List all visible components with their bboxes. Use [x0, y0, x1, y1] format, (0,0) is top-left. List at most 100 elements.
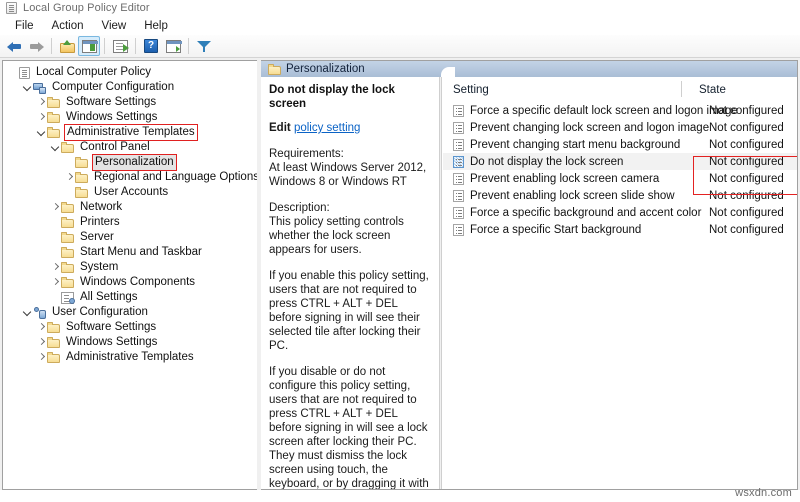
tree-node[interactable]: Local Computer Policy — [3, 65, 257, 80]
tree-node-label: All Settings — [80, 291, 138, 303]
tree-node[interactable]: Administrative Templates — [3, 124, 257, 141]
folder-icon — [47, 112, 60, 123]
tree-node[interactable]: Network — [3, 200, 257, 215]
tree-node[interactable]: User Accounts — [3, 185, 257, 200]
menu-file[interactable]: File — [6, 18, 43, 34]
settings-row[interactable]: Prevent changing lock screen and logon i… — [443, 119, 797, 136]
help-button[interactable]: ? — [140, 36, 162, 56]
settings-row[interactable]: Force a specific Start background Not con… — [443, 221, 797, 238]
toolbar: ? — [0, 35, 800, 58]
up-one-level-button[interactable] — [56, 36, 78, 56]
results-tab[interactable]: Personalization — [261, 61, 365, 77]
tree-node[interactable]: Printers — [3, 215, 257, 230]
tree-node[interactable]: Windows Components — [3, 275, 257, 290]
tree-node-label: System — [80, 261, 119, 273]
window-bottom-fill — [0, 490, 800, 502]
column-header-setting[interactable]: Setting — [453, 84, 489, 96]
tree-node[interactable]: Start Menu and Taskbar — [3, 245, 257, 260]
chevron-right-icon[interactable] — [35, 95, 47, 110]
chevron-right-icon[interactable] — [49, 260, 61, 275]
tree-node[interactable]: Software Settings — [3, 320, 257, 335]
detail-list-splitter[interactable] — [439, 77, 442, 489]
menu-help[interactable]: Help — [135, 18, 177, 34]
tree-node[interactable]: Personalization — [3, 154, 257, 171]
policy-setting-icon — [453, 206, 464, 219]
window-title: Local Group Policy Editor — [23, 2, 150, 14]
tree-node-label: Printers — [80, 216, 120, 228]
tree-node-label: Control Panel — [80, 141, 150, 153]
tree-node-label: Administrative Templates — [66, 351, 194, 363]
export-list-button[interactable] — [109, 36, 131, 56]
group-policy-editor-window: Local Group Policy Editor File Action Vi… — [0, 0, 800, 502]
tree-node[interactable]: All Settings — [3, 290, 257, 305]
show-hide-console-tree-button[interactable] — [78, 36, 100, 56]
chevron-down-icon[interactable] — [21, 305, 33, 320]
requirements-section: Requirements: At least Windows Server 20… — [269, 147, 431, 189]
settings-row[interactable]: Force a specific default lock screen and… — [443, 102, 797, 119]
folder-icon — [61, 262, 74, 273]
chevron-right-icon[interactable] — [63, 170, 75, 185]
tree-node[interactable]: Control Panel — [3, 140, 257, 155]
tree-node[interactable]: Administrative Templates — [3, 350, 257, 365]
chevron-right-icon[interactable] — [49, 275, 61, 290]
tree-node-label: User Accounts — [94, 186, 169, 198]
chevron-right-icon[interactable] — [35, 110, 47, 125]
console-tree-pane[interactable]: Local Computer Policy Computer Configurat… — [2, 60, 257, 490]
tree-node[interactable]: Windows Settings — [3, 335, 257, 350]
chevron-right-icon[interactable] — [35, 335, 47, 350]
tree-node-label: Regional and Language Options — [94, 171, 257, 183]
action-pane-icon — [165, 39, 182, 53]
watermark: wsxdn.com — [735, 487, 792, 499]
chevron-down-icon[interactable] — [35, 125, 47, 140]
chevron-down-icon[interactable] — [21, 80, 33, 95]
description-intro: This policy setting controls whether the… — [269, 216, 404, 256]
chevron-right-icon[interactable] — [49, 200, 61, 215]
column-header-state[interactable]: State — [699, 84, 726, 96]
settings-row-state: Not configured — [709, 189, 784, 202]
tree-node[interactable]: Software Settings — [3, 95, 257, 110]
all-settings-icon — [61, 291, 75, 304]
tree-node-label: Local Computer Policy — [36, 66, 152, 78]
settings-row[interactable]: Prevent enabling lock screen camera Not c… — [443, 170, 797, 187]
chevron-down-icon[interactable] — [49, 140, 61, 155]
tree-node[interactable]: System — [3, 260, 257, 275]
back-button[interactable] — [3, 36, 25, 56]
menu-bar: File Action View Help — [0, 16, 800, 35]
tree-node[interactable]: Regional and Language Options — [3, 170, 257, 185]
policy-detail-pane: Do not display the lock screen Edit poli… — [261, 77, 439, 489]
show-hide-action-pane-button[interactable] — [162, 36, 184, 56]
menu-action[interactable]: Action — [43, 18, 93, 34]
settings-row[interactable]: Prevent changing start menu background No… — [443, 136, 797, 153]
folder-icon — [61, 232, 74, 243]
description-enable: If you enable this policy setting, users… — [269, 270, 429, 352]
back-arrow-icon — [6, 41, 22, 52]
folder-icon — [61, 217, 74, 228]
tree-node[interactable]: Windows Settings — [3, 110, 257, 125]
forward-button[interactable] — [25, 36, 47, 56]
settings-row-state: Not configured — [709, 104, 784, 117]
computer-icon — [33, 82, 46, 94]
settings-row-name: Force a specific background and accent c… — [470, 206, 702, 219]
settings-row-name: Prevent changing start menu background — [470, 138, 681, 151]
filter-button[interactable] — [193, 36, 215, 56]
settings-row[interactable]: Force a specific background and accent c… — [443, 204, 797, 221]
tree-node[interactable]: User Configuration — [3, 305, 257, 320]
policy-setting-link[interactable]: policy setting — [294, 122, 360, 134]
settings-row-name: Prevent changing lock screen and logon i… — [470, 121, 710, 134]
menu-view[interactable]: View — [93, 18, 136, 34]
policy-setting-icon — [453, 189, 464, 202]
toolbar-separator — [104, 38, 105, 54]
tree-node-label: Software Settings — [66, 321, 157, 333]
toolbar-separator — [188, 38, 189, 54]
settings-row[interactable]: Do not display the lock screen Not config… — [443, 153, 797, 170]
settings-row[interactable]: Prevent enabling lock screen slide show N… — [443, 187, 797, 204]
tree-node[interactable]: Server — [3, 230, 257, 245]
tree-node-label: Windows Settings — [66, 336, 158, 348]
chevron-right-icon[interactable] — [35, 320, 47, 335]
chevron-right-icon[interactable] — [35, 350, 47, 365]
column-divider[interactable] — [681, 81, 682, 97]
tree-node[interactable]: Computer Configuration — [3, 80, 257, 95]
edit-policy-line: Edit policy setting — [269, 122, 431, 134]
